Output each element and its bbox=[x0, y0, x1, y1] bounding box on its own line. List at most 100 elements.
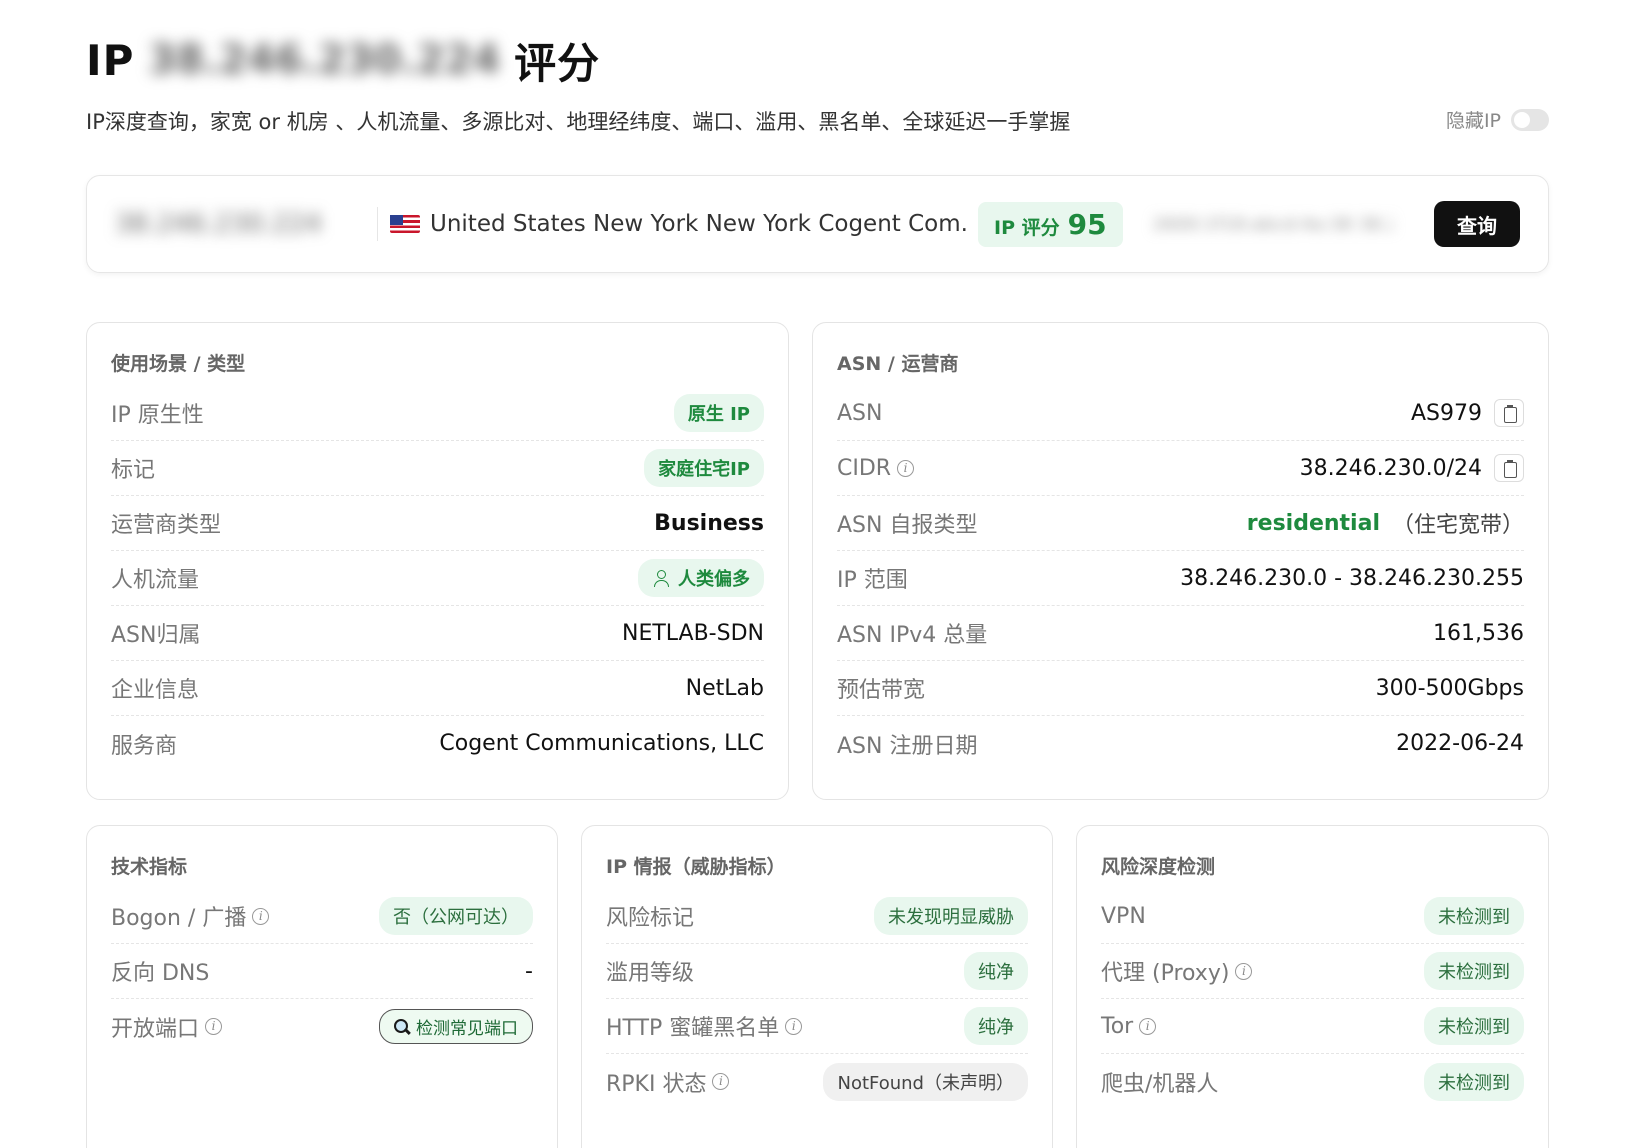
table-row: RPKI 状态 i NotFound（未声明） bbox=[606, 1054, 1028, 1109]
row-key: VPN bbox=[1101, 903, 1146, 929]
asn-type-value: residential （住宅宽带） bbox=[1247, 507, 1524, 539]
row-key: 爬虫/机器人 bbox=[1101, 1071, 1219, 1097]
row-key: HTTP 蜜罐黑名单 bbox=[606, 1016, 780, 1041]
proxy-key: 代理 (Proxy) i bbox=[1101, 955, 1253, 987]
table-row: ASN 自报类型 residential （住宅宽带） bbox=[837, 496, 1524, 551]
risk-card-title: 风险深度检测 bbox=[1101, 856, 1216, 878]
row-key-cidr: CIDR i bbox=[837, 455, 915, 481]
row-key: 人机流量 bbox=[111, 568, 200, 593]
row-value: Cogent Communications, LLC bbox=[439, 731, 764, 756]
table-row: 企业信息 NetLab bbox=[111, 661, 764, 716]
table-row: 服务商 Cogent Communications, LLC bbox=[111, 716, 764, 771]
magnifier-icon bbox=[394, 1018, 410, 1035]
table-row: ASN 注册日期 2022-06-24 bbox=[837, 716, 1524, 771]
info-icon[interactable]: i bbox=[785, 1017, 803, 1035]
row-key: 标记 bbox=[111, 458, 156, 483]
asn-card: ASN / 运营商 ASN AS979 CIDR i 38.246.230.0/… bbox=[812, 322, 1549, 800]
row-value: - bbox=[525, 958, 533, 984]
row-key: 滥用等级 bbox=[606, 961, 695, 986]
intel-card: IP 情报（威胁指标） 风险标记 未发现明显威胁 滥用等级 纯净 HTTP 蜜罐… bbox=[581, 825, 1053, 1148]
title-prefix: IP bbox=[86, 35, 135, 85]
table-row: IP 原生性 原生 IP bbox=[111, 386, 764, 441]
person-icon bbox=[652, 569, 670, 587]
us-flag-icon bbox=[390, 215, 420, 233]
risk-flag-badge: 未发现明显威胁 bbox=[874, 897, 1028, 935]
row-value: 161,536 bbox=[1433, 620, 1524, 646]
page-title: IP 38.246.230.224 评分 bbox=[86, 30, 600, 90]
row-key: 开放端口 bbox=[111, 1016, 200, 1042]
table-row: 反向 DNS - bbox=[111, 944, 533, 999]
bogon-badge: 否（公网可达） bbox=[379, 897, 533, 935]
hide-ip-control: 隐藏IP bbox=[1446, 106, 1549, 133]
ip-score-value: 95 bbox=[1067, 207, 1107, 241]
table-row: 爬虫/机器人 未检测到 bbox=[1101, 1054, 1524, 1109]
query-button[interactable]: 查询 bbox=[1434, 201, 1520, 247]
table-row: HTTP 蜜罐黑名单 i 纯净 bbox=[606, 999, 1028, 1054]
row-key: Bogon / 广播 bbox=[111, 906, 247, 931]
table-row: 滥用等级 纯净 bbox=[606, 944, 1028, 999]
info-icon[interactable]: i bbox=[1235, 962, 1253, 980]
native-ip-badge: 原生 IP bbox=[673, 394, 764, 432]
row-value: NETLAB-SDN bbox=[621, 620, 764, 646]
row-value: 300-500Gbps bbox=[1375, 675, 1524, 701]
hide-ip-label: 隐藏IP bbox=[1445, 110, 1501, 132]
location-text: United States New York New York Cogent C… bbox=[430, 211, 970, 237]
proxy-badge: 未检测到 bbox=[1424, 952, 1524, 990]
info-icon[interactable]: i bbox=[712, 1073, 730, 1090]
open-ports-key: 开放端口 i bbox=[111, 1011, 223, 1043]
table-row: 风险标记 未发现明显威胁 bbox=[606, 889, 1028, 944]
ip-score-label: IP 评分 bbox=[994, 216, 1060, 239]
row-key: 运营商类型 bbox=[111, 513, 222, 538]
table-row: IP 范围 38.246.230.0 - 38.246.230.255 bbox=[837, 551, 1524, 606]
tech-card: 技术指标 Bogon / 广播 i 否（公网可达） 反向 DNS - 开放端口 … bbox=[86, 825, 558, 1148]
hide-ip-toggle[interactable] bbox=[1511, 108, 1549, 131]
usage-card: 使用场景 / 类型 IP 原生性 原生 IP 标记 家庭住宅IP 运营商类型 B… bbox=[86, 322, 789, 800]
honeypot-badge: 纯净 bbox=[964, 1007, 1028, 1045]
row-value: AS979 bbox=[1410, 400, 1482, 426]
info-icon[interactable]: i bbox=[252, 907, 270, 925]
scan-ports-button[interactable]: 检测常见端口 bbox=[379, 1009, 533, 1044]
usage-card-title: 使用场景 / 类型 bbox=[111, 353, 246, 375]
crawler-badge: 未检测到 bbox=[1424, 1062, 1524, 1101]
page-subtitle: IP深度查询，家宽 or 机房 、人机流量、多源比对、地理经纬度、端口、滥用、黑… bbox=[86, 110, 1071, 134]
tor-badge: 未检测到 bbox=[1424, 1007, 1524, 1045]
ip-score-badge: IP 评分 95 bbox=[978, 201, 1123, 247]
table-row: 开放端口 i 检测常见端口 bbox=[111, 999, 533, 1054]
abuse-level-badge: 纯净 bbox=[964, 952, 1028, 990]
title-suffix: 评分 bbox=[514, 38, 601, 88]
table-row: 人机流量 人类偏多 bbox=[111, 551, 764, 606]
tech-card-title: 技术指标 bbox=[111, 856, 188, 878]
table-row: Tor i 未检测到 bbox=[1101, 999, 1524, 1054]
table-row: Bogon / 广播 i 否（公网可达） bbox=[111, 889, 533, 944]
table-row: ASN IPv4 总量 161,536 bbox=[837, 606, 1524, 661]
row-key: IP 范围 bbox=[837, 568, 908, 593]
row-key: ASN IPv4 总量 bbox=[837, 623, 988, 648]
row-value: 38.246.230.0 - 38.246.230.255 bbox=[1180, 565, 1524, 591]
rpki-badge: NotFound（未声明） bbox=[823, 1062, 1028, 1101]
info-icon[interactable]: i bbox=[1139, 1017, 1157, 1035]
risk-card: 风险深度检测 VPN 未检测到 代理 (Proxy) i 未检测到 Tor i … bbox=[1076, 825, 1549, 1148]
divider bbox=[377, 207, 378, 241]
table-row: ASN AS979 bbox=[837, 386, 1524, 441]
row-key: CIDR bbox=[837, 455, 892, 481]
row-key: IP 原生性 bbox=[111, 403, 204, 428]
bogon-key: Bogon / 广播 i bbox=[111, 900, 270, 932]
copy-icon[interactable] bbox=[1494, 454, 1524, 482]
vpn-badge: 未检测到 bbox=[1424, 897, 1524, 935]
row-key: ASN 注册日期 bbox=[837, 733, 978, 759]
row-key: 企业信息 bbox=[111, 678, 200, 703]
info-icon[interactable]: i bbox=[897, 459, 915, 477]
table-row: 代理 (Proxy) i 未检测到 bbox=[1101, 944, 1524, 999]
ip-input[interactable]: 38.246.230.224 bbox=[115, 209, 365, 239]
title-ip-blurred: 38.246.230.224 bbox=[148, 37, 501, 83]
copy-icon[interactable] bbox=[1494, 399, 1524, 427]
table-row: 标记 家庭住宅IP bbox=[111, 441, 764, 496]
table-row: CIDR i 38.246.230.0/24 bbox=[837, 441, 1524, 496]
row-key: Tor bbox=[1101, 1013, 1134, 1039]
human-traffic-badge: 人类偏多 bbox=[638, 559, 764, 597]
info-icon[interactable]: i bbox=[205, 1018, 223, 1035]
asn-value: AS979 bbox=[1411, 399, 1524, 427]
ip-search-bar: 38.246.230.224 United States New York Ne… bbox=[86, 175, 1549, 273]
intel-card-title: IP 情报（威胁指标） bbox=[606, 856, 786, 878]
row-key: ASN归属 bbox=[111, 623, 201, 648]
